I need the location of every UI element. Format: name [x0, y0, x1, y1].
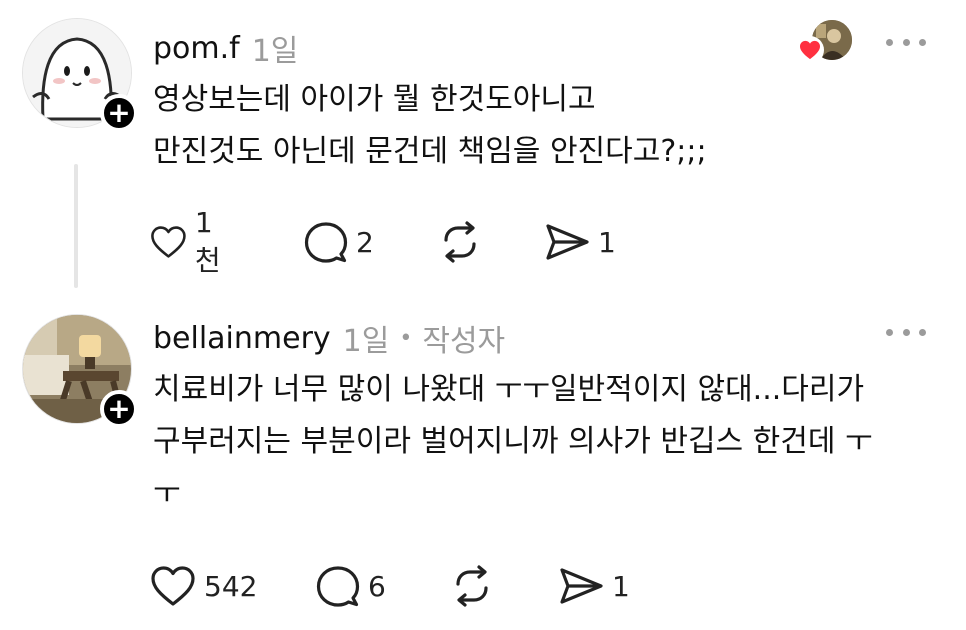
share-count: 1 — [612, 569, 630, 603]
post-header: bellainmery 1일 • 작성자 — [153, 316, 505, 360]
share-button[interactable]: 1 — [544, 220, 616, 264]
repost-icon — [444, 221, 476, 263]
repost-button[interactable] — [438, 220, 490, 264]
like-button[interactable]: 1천 — [150, 206, 230, 277]
heart-icon — [151, 566, 195, 606]
share-icon — [560, 568, 603, 604]
post-header: pom.f 1일 — [153, 26, 298, 70]
comment-count: 6 — [368, 569, 386, 603]
separator-dot: • — [399, 325, 413, 351]
follow-plus-button[interactable]: + — [100, 94, 138, 132]
like-count: 1천 — [194, 205, 221, 277]
timestamp: 1일 — [251, 34, 299, 69]
avatar-wrap[interactable]: + — [22, 314, 138, 428]
like-count: 542 — [204, 569, 258, 603]
username[interactable]: pom.f — [153, 31, 240, 66]
comment-count: 2 — [356, 225, 374, 259]
comment-icon — [316, 566, 360, 607]
post-pom-f: + pom.f 1일 영상보는데 아이가 뭘 한것도아니고 만진것도 아닌데 문… — [0, 0, 966, 300]
comment-button[interactable]: 2 — [304, 220, 374, 264]
repost-button[interactable] — [450, 564, 502, 608]
thread-line — [74, 164, 78, 288]
comment-button[interactable]: 6 — [316, 564, 386, 608]
heart-icon — [151, 226, 186, 258]
follow-plus-button[interactable]: + — [100, 390, 138, 428]
like-button[interactable]: 542 — [150, 564, 257, 608]
post-body: 영상보는데 아이가 뭘 한것도아니고 만진것도 아닌데 문건데 책임을 안진다고… — [153, 82, 707, 169]
share-count: 1 — [598, 225, 616, 259]
post-bellainmery: + bellainmery 1일 • 작성자 치료비가 너무 많이 나왔대 ㅜㅜ… — [0, 300, 966, 630]
liker-avatar[interactable] — [796, 18, 854, 64]
author-tag: 작성자 — [422, 324, 506, 359]
comment-icon — [304, 222, 348, 263]
share-icon — [546, 224, 589, 260]
timestamp: 1일 — [342, 324, 390, 359]
repost-icon — [456, 565, 488, 607]
username[interactable]: bellainmery — [153, 321, 331, 356]
more-icon[interactable] — [886, 322, 926, 342]
heart-filled-icon — [796, 36, 824, 64]
post-body: 치료비가 너무 많이 나왔대 ㅜㅜ일반적이지 않대...다리가 구부러지는 부분… — [153, 372, 873, 511]
more-icon[interactable] — [886, 32, 926, 52]
avatar-wrap[interactable]: + — [22, 18, 138, 132]
share-button[interactable]: 1 — [558, 564, 630, 608]
